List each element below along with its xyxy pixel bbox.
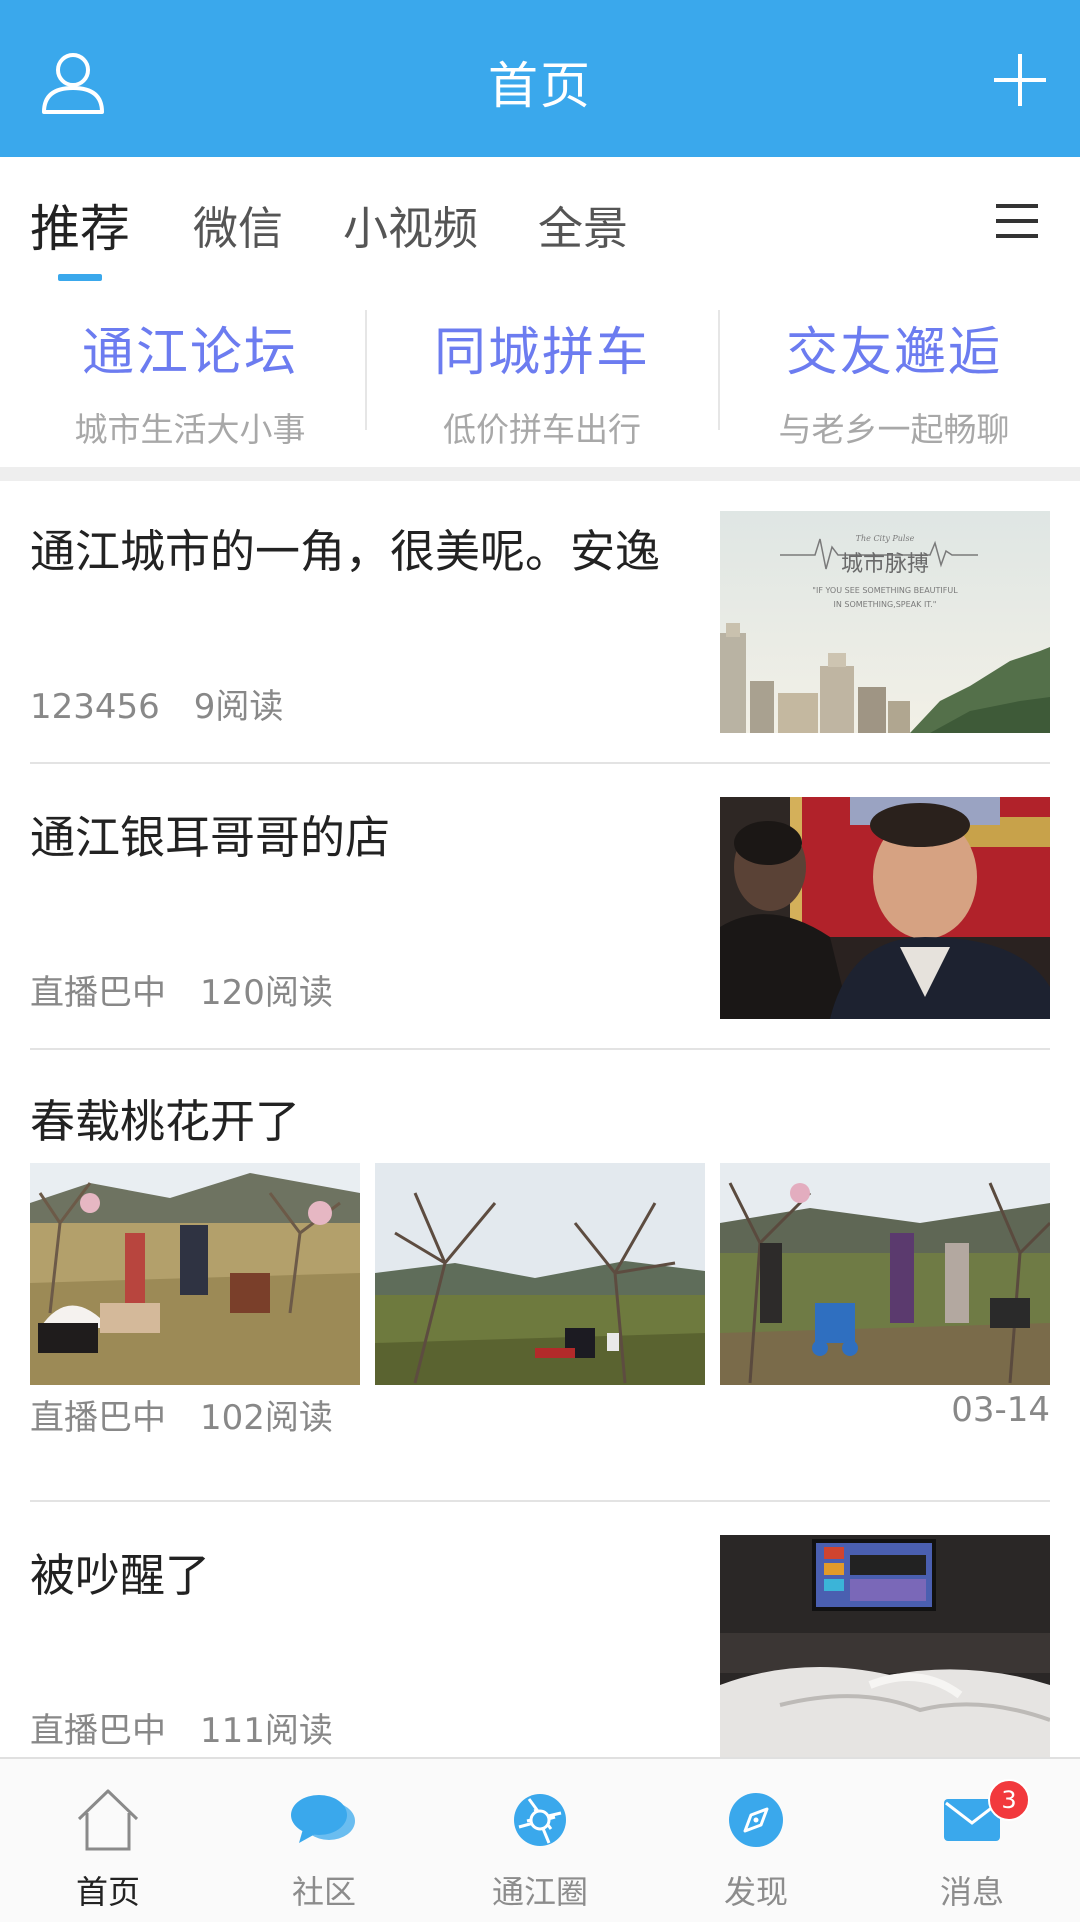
quick-link-friends[interactable]: 交友邂逅 与老乡一起畅聊: [718, 310, 1070, 451]
quick-link-forum[interactable]: 通江论坛 城市生活大小事: [14, 310, 366, 451]
nav-item-tongjiang-circle[interactable]: 通江圈: [432, 1759, 648, 1922]
nav-label: 消息: [939, 1873, 1004, 1911]
chat-bubbles-icon: [289, 1785, 359, 1855]
quick-link-carpool[interactable]: 同城拼车 低价拼车出行: [366, 310, 718, 451]
article-reads: 9阅读: [193, 687, 284, 727]
article-image[interactable]: [720, 1163, 1050, 1385]
article-card[interactable]: 被吵醒了 直播巴中 111阅读: [30, 1535, 1050, 1765]
quick-link-title: 交友邂逅: [785, 323, 1002, 383]
image-brand-text: The City Pulse: [856, 534, 915, 543]
category-tabs: 推荐 微信 小视频 全景: [0, 157, 1080, 282]
article-card[interactable]: 通江城市的一角，很美呢。安逸 123456 9阅读 The City Pulse …: [30, 511, 1050, 741]
nav-item-discover[interactable]: 发现: [648, 1759, 864, 1922]
quick-link-title: 通江论坛: [81, 323, 298, 383]
plus-icon[interactable]: [990, 50, 1050, 110]
tab-wechat[interactable]: 微信: [193, 192, 283, 257]
article-meta: 直播巴中 102阅读: [30, 1390, 367, 1439]
home-icon: [73, 1785, 143, 1855]
quick-link-subtitle: 城市生活大小事: [74, 410, 306, 449]
tab-short-video[interactable]: 小视频: [343, 192, 478, 257]
article-source: 直播巴中: [30, 1711, 166, 1751]
active-tab-indicator: [58, 274, 102, 281]
nav-item-home[interactable]: 首页: [0, 1759, 216, 1922]
nav-item-messages[interactable]: 3 消息: [864, 1759, 1080, 1922]
article-thumbnail[interactable]: [720, 1535, 1050, 1757]
bottom-navigation: 首页 社区 通江圈 发现 3 消息: [0, 1757, 1080, 1922]
article-reads: 120阅读: [200, 973, 333, 1013]
unread-badge: 3: [988, 1779, 1030, 1821]
page-title: 首页: [488, 57, 592, 115]
article-image[interactable]: [375, 1163, 705, 1385]
menu-icon[interactable]: [996, 201, 1038, 241]
article-title: 春载桃花开了: [30, 1095, 301, 1148]
article-thumbnail[interactable]: [720, 797, 1050, 1019]
tab-panorama[interactable]: 全景: [538, 192, 628, 257]
divider: [30, 762, 1050, 764]
article-meta: 直播巴中 120阅读: [30, 965, 367, 1014]
article-title: 通江银耳哥哥的店: [30, 811, 391, 864]
image-caption-line-2: IN SOMETHING,SPEAK IT.": [834, 600, 937, 609]
article-reads: 102阅读: [200, 1398, 333, 1438]
article-meta: 直播巴中 111阅读: [30, 1703, 367, 1752]
quick-link-subtitle: 与老乡一起畅聊: [778, 410, 1010, 449]
nav-label: 通江圈: [491, 1873, 588, 1911]
article-title: 被吵醒了: [30, 1549, 211, 1602]
article-meta: 123456 9阅读: [30, 679, 317, 728]
article-card[interactable]: 通江银耳哥哥的店 直播巴中 120阅读: [30, 797, 1050, 1027]
article-date: 03-14: [951, 1390, 1050, 1430]
aperture-icon: [505, 1785, 575, 1855]
article-source: 直播巴中: [30, 1398, 166, 1438]
quick-links: 通江论坛 城市生活大小事 同城拼车 低价拼车出行 交友邂逅 与老乡一起畅聊: [0, 282, 1080, 467]
top-app-bar: 首页: [0, 0, 1080, 157]
divider: [30, 1500, 1050, 1502]
image-caption-line-1: "IF YOU SEE SOMETHING BEAUTIFUL: [812, 586, 958, 595]
nav-item-community[interactable]: 社区: [216, 1759, 432, 1922]
compass-icon: [721, 1785, 791, 1855]
article-reads: 111阅读: [200, 1711, 333, 1751]
article-card[interactable]: 春载桃花开了 直播巴中 102阅读 03-14: [30, 1085, 1050, 1438]
quick-link-subtitle: 低价拼车出行: [443, 410, 641, 449]
nav-label: 发现: [723, 1873, 788, 1911]
article-source: 直播巴中: [30, 973, 166, 1013]
nav-label: 社区: [291, 1873, 356, 1911]
nav-label: 首页: [75, 1873, 140, 1911]
image-title-text: 城市脉搏: [841, 552, 929, 577]
article-source: 123456: [30, 687, 160, 727]
article-image[interactable]: [30, 1163, 360, 1385]
article-thumbnail[interactable]: The City Pulse 城市脉搏 "IF YOU SEE SOMETHIN…: [720, 511, 1050, 733]
article-title: 通江城市的一角，很美呢。安逸: [30, 525, 661, 578]
tab-recommend[interactable]: 推荐: [30, 189, 130, 261]
quick-link-title: 同城拼车: [433, 323, 650, 383]
divider: [30, 1048, 1050, 1050]
section-gap: [0, 467, 1080, 481]
